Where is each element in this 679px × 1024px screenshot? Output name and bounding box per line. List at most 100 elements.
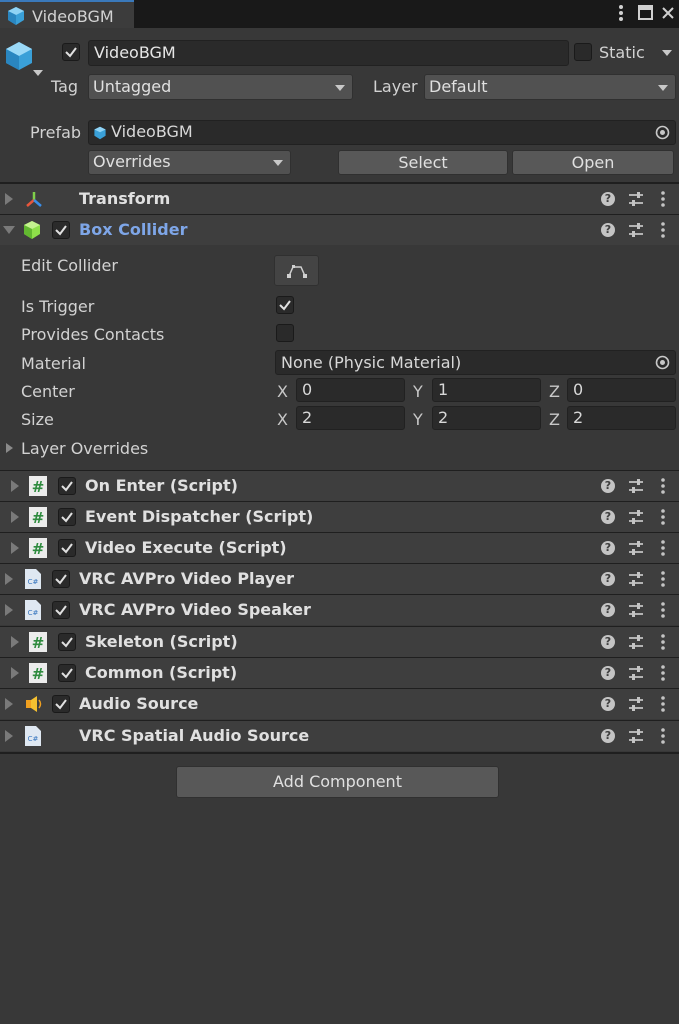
foldout-arrow-icon[interactable] <box>5 730 13 742</box>
layer-overrides-foldout-icon[interactable] <box>6 443 13 453</box>
help-icon[interactable]: ? <box>601 541 615 555</box>
component-audio-source[interactable]: Audio Source ? <box>0 689 679 719</box>
kebab-menu-icon[interactable] <box>660 478 666 498</box>
layer-dropdown[interactable]: Default <box>424 74 676 100</box>
tab-inspector[interactable]: VideoBGM <box>0 0 134 28</box>
foldout-arrow-icon[interactable] <box>11 511 19 523</box>
preset-icon[interactable] <box>628 571 644 591</box>
name-field[interactable]: VideoBGM <box>88 40 569 66</box>
name-value: VideoBGM <box>94 43 176 62</box>
kebab-menu-icon[interactable] <box>660 696 666 716</box>
help-icon[interactable]: ? <box>601 729 615 743</box>
kebab-menu-icon[interactable] <box>660 602 666 622</box>
foldout-arrow-icon[interactable] <box>5 604 13 616</box>
foldout-arrow-icon[interactable] <box>11 636 19 648</box>
kebab-menu-icon[interactable] <box>660 728 666 748</box>
kebab-menu-icon[interactable] <box>660 634 666 654</box>
axis-y-label: Y <box>413 410 423 429</box>
help-icon[interactable]: ? <box>601 223 615 237</box>
component-video-execute[interactable]: # Video Execute (Script) ? <box>0 533 679 563</box>
foldout-arrow-icon[interactable] <box>11 542 19 554</box>
help-icon[interactable]: ? <box>601 572 615 586</box>
component-vrc-avpro-speaker[interactable]: C# VRC AVPro Video Speaker ? <box>0 595 679 625</box>
size-z-value: 2 <box>573 408 584 427</box>
component-on-enter[interactable]: # On Enter (Script) ? <box>0 471 679 501</box>
enabled-checkbox[interactable] <box>58 477 76 495</box>
help-icon[interactable]: ? <box>601 697 615 711</box>
help-icon[interactable]: ? <box>601 666 615 680</box>
component-event-dispatcher[interactable]: # Event Dispatcher (Script) ? <box>0 502 679 532</box>
foldout-arrow-icon[interactable] <box>5 698 13 710</box>
foldout-arrow-icon[interactable] <box>5 193 13 205</box>
edit-collider-button[interactable] <box>274 255 319 286</box>
kebab-menu-icon[interactable] <box>660 509 666 529</box>
open-button[interactable]: Open <box>512 150 674 175</box>
enabled-checkbox[interactable] <box>52 601 70 619</box>
component-box-collider[interactable]: Box Collider ? <box>0 215 679 245</box>
preset-icon[interactable] <box>628 540 644 560</box>
preset-icon[interactable] <box>628 634 644 654</box>
foldout-arrow-icon[interactable] <box>11 667 19 679</box>
preset-icon[interactable] <box>628 696 644 716</box>
preset-icon[interactable] <box>628 191 644 211</box>
enabled-checkbox[interactable] <box>58 633 76 651</box>
help-icon[interactable]: ? <box>601 479 615 493</box>
component-vrc-avpro-player[interactable]: C# VRC AVPro Video Player ? <box>0 564 679 594</box>
enabled-checkbox[interactable] <box>58 508 76 526</box>
enabled-checkbox[interactable] <box>58 539 76 557</box>
layer-overrides-label[interactable]: Layer Overrides <box>21 439 148 458</box>
center-z-field[interactable]: 0 <box>567 378 676 402</box>
kebab-menu-icon[interactable] <box>660 571 666 591</box>
material-field[interactable]: None (Physic Material) <box>275 350 676 375</box>
enabled-checkbox[interactable] <box>58 664 76 682</box>
kebab-menu-icon[interactable] <box>660 222 666 242</box>
prefab-field[interactable]: VideoBGM <box>88 120 676 145</box>
tag-dropdown[interactable]: Untagged <box>88 74 353 100</box>
axis-x-label: X <box>277 410 288 429</box>
icon-dropdown-arrow[interactable] <box>33 70 43 76</box>
kebab-menu-icon[interactable] <box>660 665 666 685</box>
size-y-field[interactable]: 2 <box>432 406 541 430</box>
help-icon[interactable]: ? <box>601 510 615 524</box>
active-checkbox[interactable] <box>62 43 80 61</box>
size-x-field[interactable]: 2 <box>296 406 405 430</box>
enabled-checkbox[interactable] <box>52 570 70 588</box>
enabled-checkbox[interactable] <box>52 695 70 713</box>
preset-icon[interactable] <box>628 509 644 529</box>
select-button[interactable]: Select <box>338 150 508 175</box>
kebab-menu-icon[interactable] <box>617 4 625 26</box>
is-trigger-checkbox[interactable] <box>276 296 294 314</box>
component-common[interactable]: # Common (Script) ? <box>0 658 679 688</box>
kebab-menu-icon[interactable] <box>660 540 666 560</box>
object-picker-icon[interactable] <box>655 125 670 144</box>
maximize-icon[interactable] <box>638 5 653 24</box>
object-picker-icon[interactable] <box>655 355 670 374</box>
preset-icon[interactable] <box>628 728 644 748</box>
component-skeleton[interactable]: # Skeleton (Script) ? <box>0 627 679 657</box>
static-checkbox[interactable] <box>574 43 592 61</box>
static-dropdown-arrow[interactable] <box>662 50 672 56</box>
help-icon[interactable]: ? <box>601 192 615 206</box>
foldout-arrow-icon[interactable] <box>5 573 13 585</box>
center-x-field[interactable]: 0 <box>296 378 405 402</box>
provides-contacts-checkbox[interactable] <box>276 324 294 342</box>
gameobject-cube-icon[interactable] <box>4 40 34 76</box>
chevron-down-icon <box>273 160 283 166</box>
help-icon[interactable]: ? <box>601 603 615 617</box>
foldout-arrow-icon[interactable] <box>11 480 19 492</box>
enabled-checkbox[interactable] <box>52 221 70 239</box>
close-icon[interactable] <box>661 5 675 24</box>
preset-icon[interactable] <box>628 478 644 498</box>
preset-icon[interactable] <box>628 222 644 242</box>
help-icon[interactable]: ? <box>601 635 615 649</box>
center-y-field[interactable]: 1 <box>432 378 541 402</box>
size-z-field[interactable]: 2 <box>567 406 676 430</box>
overrides-dropdown[interactable]: Overrides <box>88 150 291 175</box>
preset-icon[interactable] <box>628 602 644 622</box>
kebab-menu-icon[interactable] <box>660 191 666 211</box>
component-transform[interactable]: Transform ? <box>0 184 679 214</box>
preset-icon[interactable] <box>628 665 644 685</box>
foldout-arrow-icon[interactable] <box>3 226 15 234</box>
add-component-button[interactable]: Add Component <box>176 766 499 798</box>
component-vrc-spatial-audio[interactable]: C# VRC Spatial Audio Source ? <box>0 721 679 751</box>
